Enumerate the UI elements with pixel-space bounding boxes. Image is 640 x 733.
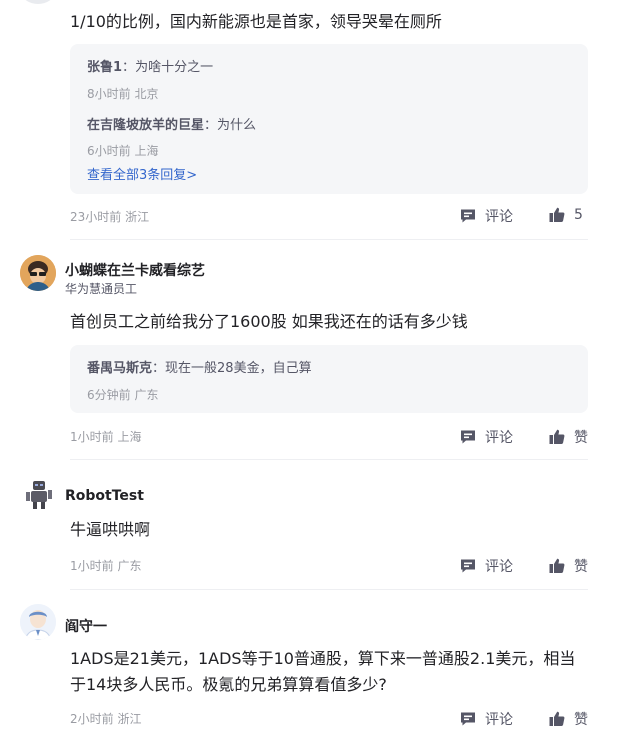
username[interactable]: 阎守一 [65, 616, 107, 636]
view-all-replies-link[interactable]: 查看全部3条回复> [87, 164, 197, 183]
comment-button[interactable]: 评论 [459, 206, 513, 226]
reply-item: 番禺马斯克：现在一般28美金，自己算 [87, 357, 312, 376]
comment-bubble-icon [459, 557, 477, 575]
like-button[interactable]: 赞 [548, 427, 588, 447]
comment-button-label: 评论 [485, 209, 513, 225]
username[interactable]: 小蝴蝶在兰卡威看综艺 [65, 260, 205, 280]
comment-button[interactable]: 评论 [459, 427, 513, 447]
reply-item: 在吉隆坡放羊的巨星：为什么 [87, 114, 256, 133]
comment-bubble-icon [459, 428, 477, 446]
reply-meta: 6小时前 上海 [87, 144, 159, 158]
comment-item: RobotTest 牛逼哄哄啊 1小时前 广东 评论 赞 [0, 460, 640, 590]
comment-text: 1ADS是21美元，1ADS等于10普通股，算下来一普通股2.1美元，相当于14… [70, 649, 576, 694]
comment-button[interactable]: 评论 [459, 709, 513, 729]
comment-item: 小蝴蝶在兰卡威看综艺 华为慧通员工 首创员工之前给我分了1600股 如果我还在的… [0, 240, 640, 460]
reply-author[interactable]: 张鲁1 [87, 60, 122, 75]
like-button[interactable]: 5 [548, 206, 583, 224]
reply-separator: ： [204, 118, 218, 133]
comment-time-location: 1小时前 上海 [70, 430, 142, 444]
avatar[interactable] [20, 475, 56, 511]
comment-item: 1/10的比例，国内新能源也是首家，领导哭晕在厕所 张鲁1：为啥十分之一 8小时… [0, 0, 640, 240]
reply-author[interactable]: 在吉隆坡放羊的巨星 [87, 118, 204, 133]
reply-text: 现在一般28美金，自己算 [165, 361, 312, 376]
comment-button[interactable]: 评论 [459, 556, 513, 576]
like-button-label: 赞 [574, 712, 588, 728]
comment-button-label: 评论 [485, 559, 513, 575]
like-button-label: 赞 [574, 559, 588, 575]
comment-text: 1/10的比例，国内新能源也是首家，领导哭晕在厕所 [70, 12, 442, 31]
reply-separator: ： [122, 60, 136, 75]
thumbs-up-icon [548, 710, 566, 728]
reply-list: 番禺马斯克：现在一般28美金，自己算 6分钟前 广东 [70, 345, 588, 413]
comment-time-location: 2小时前 浙江 [70, 712, 142, 726]
like-button[interactable]: 赞 [548, 709, 588, 729]
thumbs-up-icon [548, 557, 566, 575]
reply-text: 为啥十分之一 [135, 60, 214, 75]
comment-item: 阎守一 1ADS是21美元，1ADS等于10普通股，算下来一普通股2.1美元，相… [0, 590, 640, 733]
reply-list: 张鲁1：为啥十分之一 8小时前 北京 在吉隆坡放羊的巨星：为什么 6小时前 上海… [70, 44, 588, 194]
avatar[interactable] [20, 255, 56, 291]
reply-meta: 8小时前 北京 [87, 87, 159, 101]
thumbs-up-icon [548, 428, 566, 446]
like-button-label: 赞 [574, 430, 588, 446]
comment-button-label: 评论 [485, 712, 513, 728]
reply-separator: ： [152, 361, 166, 376]
reply-item: 张鲁1：为啥十分之一 [87, 56, 213, 75]
comment-text: 牛逼哄哄啊 [70, 520, 151, 539]
reply-text: 为什么 [217, 118, 257, 133]
comment-text: 首创员工之前给我分了1600股 如果我还在的话有多少钱 [70, 312, 468, 331]
reply-author[interactable]: 番禺马斯克 [87, 361, 152, 376]
comment-bubble-icon [459, 710, 477, 728]
username[interactable]: RobotTest [65, 488, 144, 504]
like-button[interactable]: 赞 [548, 556, 588, 576]
reply-meta: 6分钟前 广东 [87, 388, 159, 402]
user-tag: 华为慧通员工 [65, 282, 138, 296]
thumbs-up-icon [548, 206, 566, 224]
avatar[interactable] [20, 604, 56, 640]
comment-bubble-icon [459, 207, 477, 225]
like-count: 5 [574, 207, 583, 223]
comment-time-location: 23小时前 浙江 [70, 210, 150, 224]
comment-time-location: 1小时前 广东 [70, 559, 142, 573]
comment-button-label: 评论 [485, 430, 513, 446]
